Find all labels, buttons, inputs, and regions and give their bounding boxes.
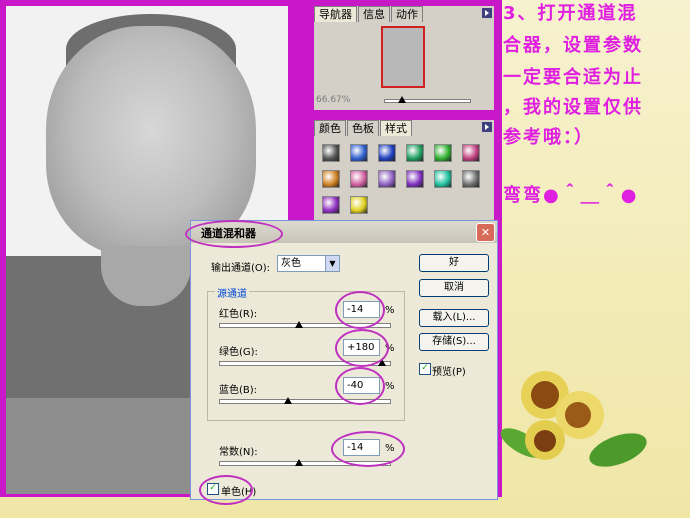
panel-menu-icon[interactable] [482, 122, 492, 132]
close-icon[interactable]: ✕ [476, 223, 495, 242]
navigator-panel: 导航器 信息 动作 66.67% [314, 6, 494, 110]
zoom-readout[interactable]: 66.67% [316, 95, 350, 105]
ok-button[interactable]: 好 [419, 254, 489, 272]
annotation-line-1: 3、打开通道混 [503, 3, 638, 24]
green-highlight-circle [335, 329, 389, 367]
red-label: 红色(R): [219, 309, 258, 320]
annotation-line-6: 弯弯●＾＿＾● [503, 185, 639, 206]
tab-navigator[interactable]: 导航器 [314, 6, 357, 22]
style-swatch[interactable] [378, 170, 396, 188]
style-swatch[interactable] [322, 170, 340, 188]
panel-menu-icon[interactable] [482, 8, 492, 18]
tab-styles[interactable]: 样式 [380, 120, 412, 136]
annotation-line-2: 合器，设置参数 [503, 35, 643, 56]
output-channel-label: 输出通道(O): [211, 263, 271, 274]
preview-label: 预览(P) [432, 367, 466, 378]
style-swatch[interactable] [350, 196, 368, 214]
cancel-button[interactable]: 取消 [419, 279, 489, 297]
monochrome-highlight-circle [199, 475, 253, 505]
annotation-line-4: ，我的设置仅供 [503, 97, 643, 118]
red-slider-thumb[interactable] [295, 321, 303, 328]
tab-color[interactable]: 颜色 [314, 120, 346, 136]
styles-tabs: 颜色 色板 样式 [314, 120, 494, 136]
screenshot-frame: 导航器 信息 动作 66.67% 颜色 色板 样式 通道混和器 ✕ 输出通道(O… [0, 0, 502, 505]
style-swatch[interactable] [350, 144, 368, 162]
percent-label: % [385, 305, 395, 316]
style-swatch[interactable] [350, 170, 368, 188]
percent-label: % [385, 381, 395, 392]
source-channels-label: 源通道 [215, 285, 249, 300]
navigator-tabs: 导航器 信息 动作 [314, 6, 494, 22]
styles-panel: 颜色 色板 样式 [314, 120, 494, 220]
tab-swatches[interactable]: 色板 [347, 120, 379, 136]
tab-actions[interactable]: 动作 [391, 6, 423, 22]
blue-highlight-circle [335, 367, 385, 405]
tab-info[interactable]: 信息 [358, 6, 390, 22]
navigator-thumbnail[interactable] [381, 26, 425, 88]
constant-label: 常数(N): [219, 447, 258, 458]
title-highlight-circle [185, 220, 283, 248]
output-channel-select[interactable]: 灰色 [277, 255, 328, 272]
channel-mixer-dialog: 通道混和器 ✕ 输出通道(O): 灰色 ▼ 好 取消 载入(L)... 存储(S… [185, 220, 498, 505]
green-label: 绿色(G): [219, 347, 258, 358]
chestnut-decoration [500, 371, 647, 467]
chevron-down-icon[interactable]: ▼ [325, 255, 340, 272]
style-swatch[interactable] [406, 144, 424, 162]
constant-highlight-circle [331, 431, 405, 467]
constant-slider-thumb[interactable] [295, 459, 303, 466]
annotation-line-3: 一定要合适为止 [503, 67, 643, 88]
red-highlight-circle [335, 291, 385, 329]
style-swatch[interactable] [434, 170, 452, 188]
style-swatch[interactable] [462, 170, 480, 188]
load-button[interactable]: 载入(L)... [419, 309, 489, 327]
style-swatch[interactable] [406, 170, 424, 188]
style-swatch[interactable] [462, 144, 480, 162]
annotation-line-5: 参考哦：） [503, 127, 594, 148]
blue-slider-thumb[interactable] [284, 397, 292, 404]
style-swatch[interactable] [434, 144, 452, 162]
style-swatch[interactable] [322, 144, 340, 162]
zoom-slider-thumb[interactable] [398, 96, 406, 103]
blue-label: 蓝色(B): [219, 385, 258, 396]
style-swatch[interactable] [378, 144, 396, 162]
preview-checkbox[interactable]: ✓ [419, 363, 431, 375]
save-button[interactable]: 存储(S)... [419, 333, 489, 351]
style-swatch[interactable] [322, 196, 340, 214]
